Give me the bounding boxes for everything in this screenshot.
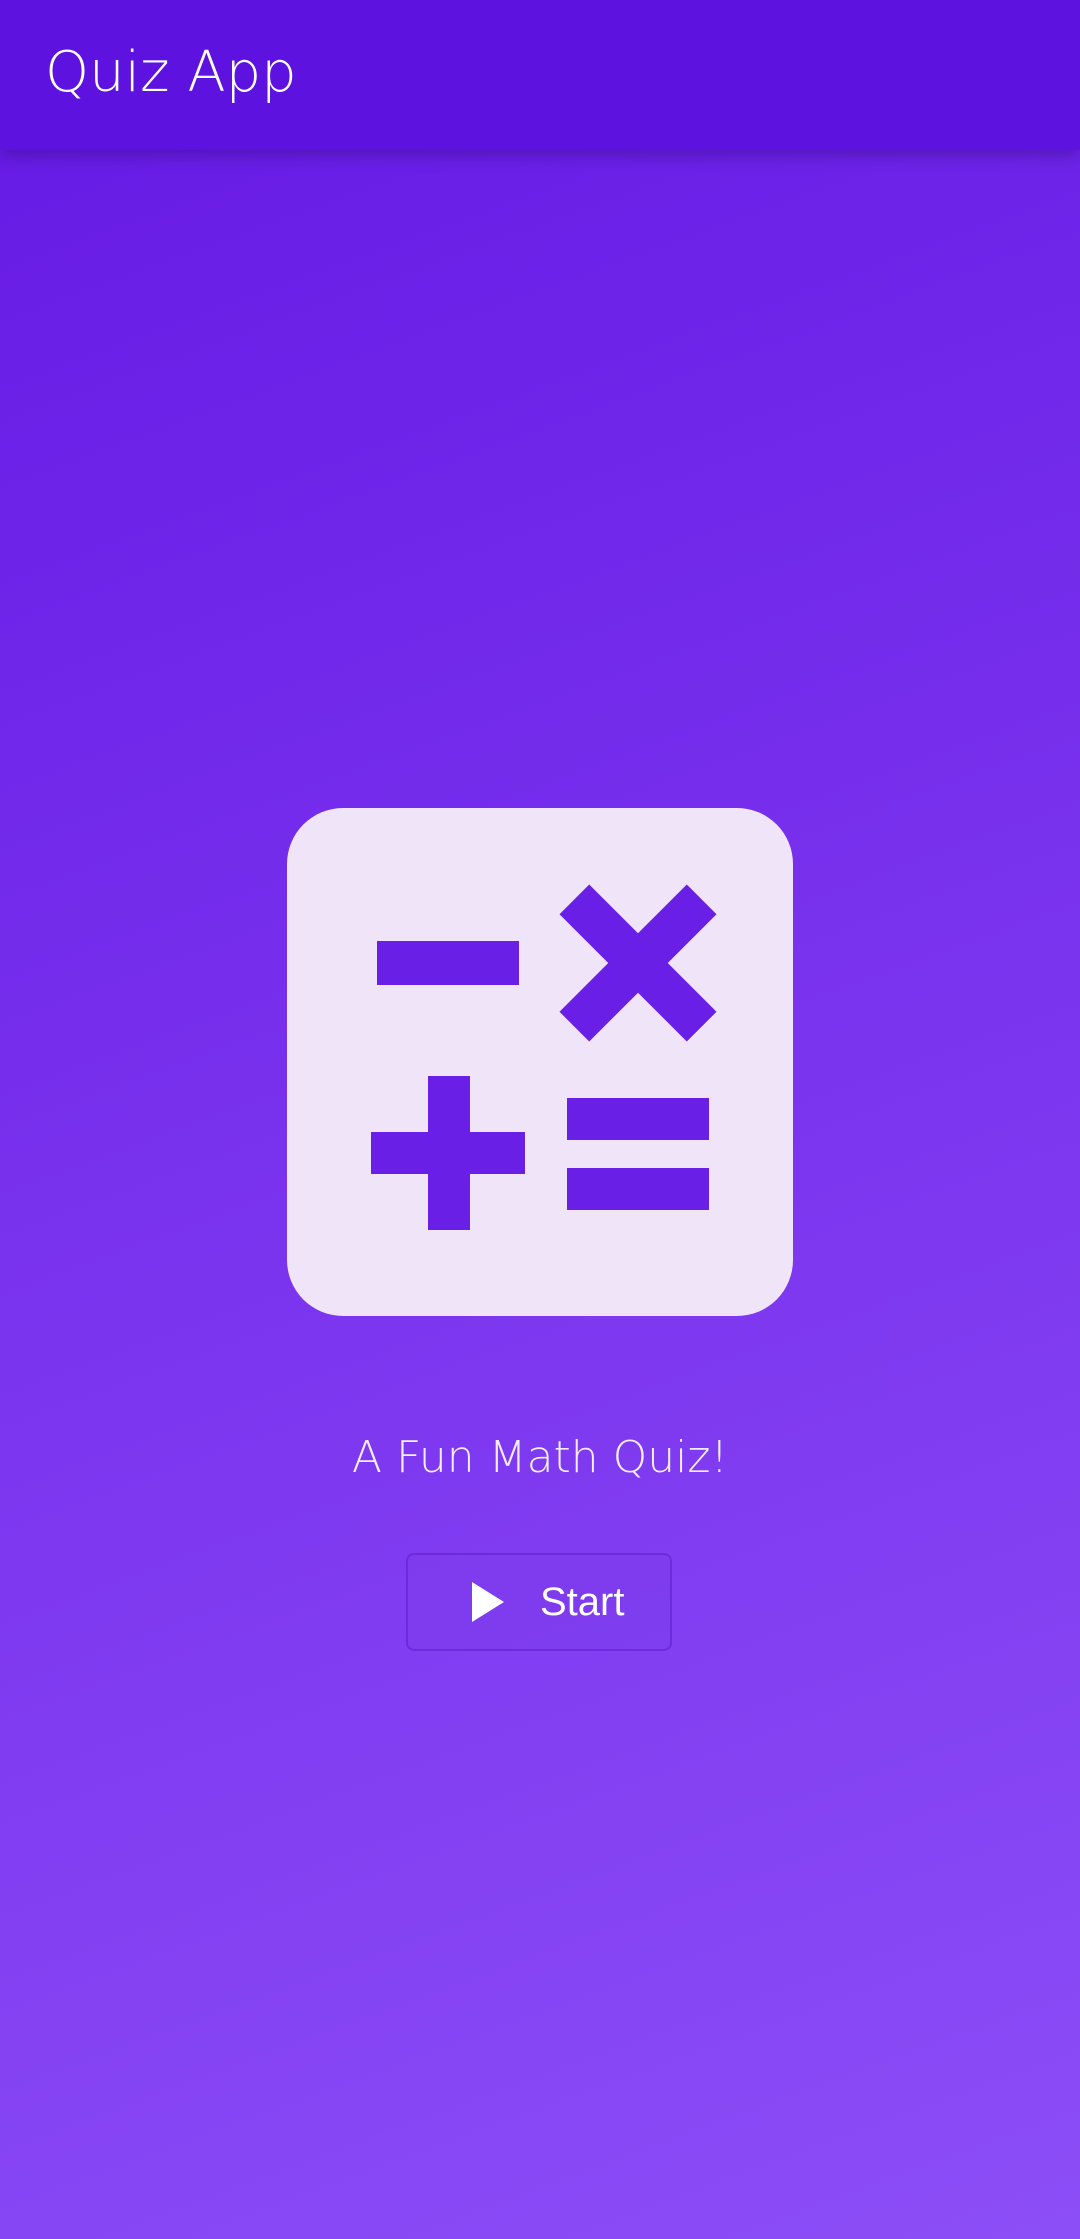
minus-symbol — [377, 941, 519, 985]
times-symbol — [559, 884, 717, 1042]
calculator-operators-icon — [287, 808, 793, 1316]
play-icon — [472, 1582, 504, 1622]
app-bar: Quiz App — [0, 0, 1080, 150]
quiz-subtitle: A Fun Math Quiz! — [351, 1432, 729, 1483]
start-button-label: Start — [540, 1580, 625, 1624]
math-symbols-graphic — [371, 884, 717, 1230]
equals-symbol — [567, 1098, 709, 1210]
app-title: Quiz App — [45, 40, 297, 105]
plus-symbol — [371, 1076, 525, 1230]
start-button[interactable]: Start — [406, 1553, 672, 1651]
